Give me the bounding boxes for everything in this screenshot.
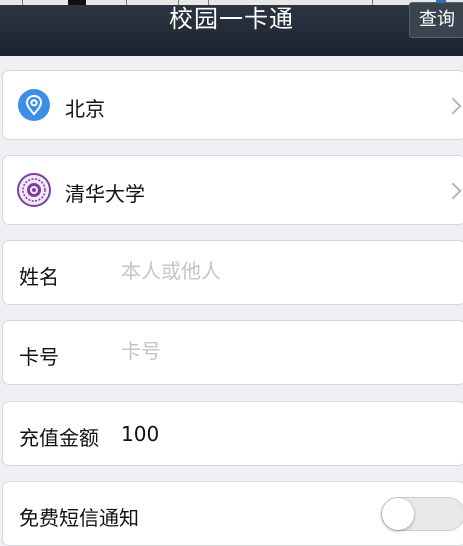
card-number-row: 卡号 xyxy=(2,320,463,385)
school-selector[interactable]: 清华大学 xyxy=(2,155,463,225)
page-title: 校园一卡通 xyxy=(169,5,294,33)
location-pin-icon xyxy=(17,88,51,122)
amount-value[interactable]: 100 xyxy=(121,422,159,446)
card-number-input[interactable] xyxy=(121,339,421,363)
sms-notification-row: 免费短信通知 xyxy=(2,481,463,546)
card-number-label: 卡号 xyxy=(19,345,59,369)
chevron-right-icon xyxy=(444,97,462,115)
school-label: 清华大学 xyxy=(65,182,145,206)
chevron-right-icon xyxy=(444,182,462,200)
name-input[interactable] xyxy=(121,259,421,283)
sms-notification-label: 免费短信通知 xyxy=(19,506,139,530)
query-button[interactable]: 查询 xyxy=(409,2,463,38)
city-selector[interactable]: 北京 xyxy=(2,70,463,140)
navigation-bar: 校园一卡通 查询 xyxy=(0,0,463,56)
toggle-knob xyxy=(382,498,414,530)
name-row: 姓名 xyxy=(2,240,463,305)
amount-label: 充值金额 xyxy=(19,426,99,450)
amount-row[interactable]: 充值金额 100 xyxy=(2,401,463,466)
university-seal-icon xyxy=(17,173,51,207)
name-label: 姓名 xyxy=(19,265,59,289)
sms-notification-toggle[interactable] xyxy=(381,497,463,531)
city-label: 北京 xyxy=(65,97,105,121)
